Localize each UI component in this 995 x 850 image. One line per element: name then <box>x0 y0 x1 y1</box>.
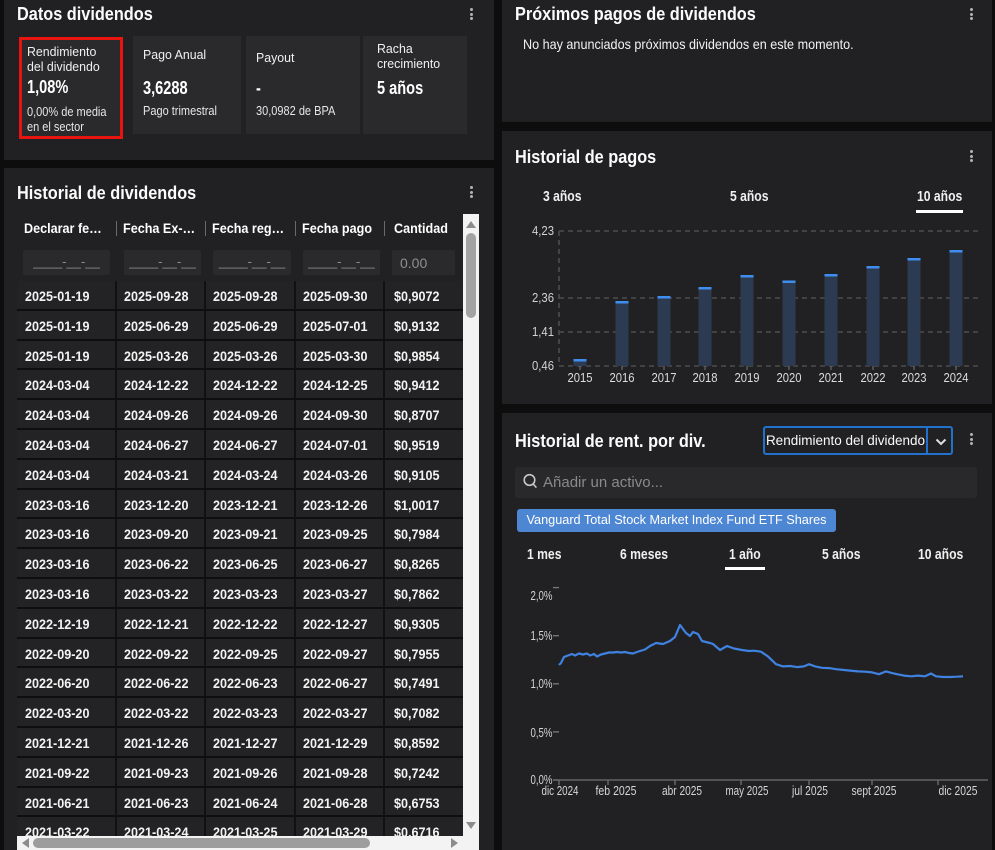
svg-text:2018: 2018 <box>693 371 718 385</box>
svg-text:1,5%: 1,5% <box>531 629 553 643</box>
svg-text:2017: 2017 <box>652 371 677 385</box>
svg-text:2020: 2020 <box>777 371 802 385</box>
svg-text:1,41: 1,41 <box>532 325 554 339</box>
svg-text:2,36: 2,36 <box>532 291 554 305</box>
svg-text:4,23: 4,23 <box>532 224 554 238</box>
svg-text:sept 2025: sept 2025 <box>852 784 897 798</box>
svg-text:2019: 2019 <box>735 371 760 385</box>
svg-text:0,46: 0,46 <box>532 359 554 373</box>
svg-text:dic 2025: dic 2025 <box>939 784 978 798</box>
svg-text:2021: 2021 <box>819 371 844 385</box>
svg-text:feb 2025: feb 2025 <box>596 784 637 798</box>
svg-text:2015: 2015 <box>568 371 593 385</box>
svg-text:abr 2025: abr 2025 <box>662 784 702 798</box>
svg-text:2023: 2023 <box>902 371 927 385</box>
svg-text:2,0%: 2,0% <box>531 589 553 603</box>
svg-text:0,5%: 0,5% <box>531 726 553 740</box>
svg-text:2016: 2016 <box>610 371 635 385</box>
svg-text:jul 2025: jul 2025 <box>791 784 828 798</box>
svg-text:2022: 2022 <box>861 371 886 385</box>
svg-text:dic 2024: dic 2024 <box>542 784 579 798</box>
svg-text:2024: 2024 <box>944 371 969 385</box>
svg-text:may 2025: may 2025 <box>726 784 769 798</box>
svg-text:1,0%: 1,0% <box>531 677 553 691</box>
